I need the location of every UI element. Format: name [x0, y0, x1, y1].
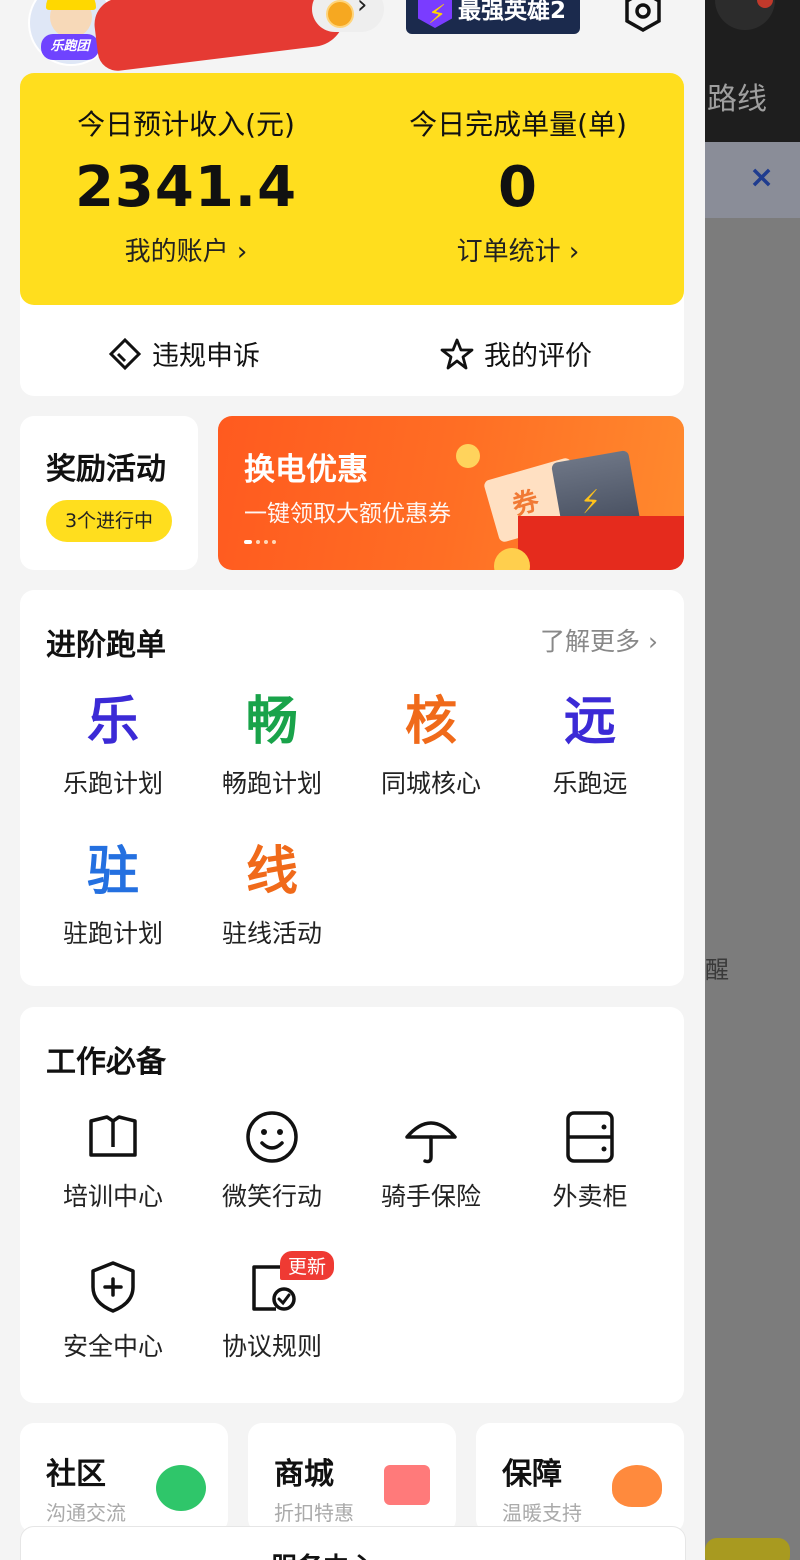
income-stat[interactable]: 今日预计收入(元) 2341.4 我的账户 › [20, 73, 352, 305]
learn-more-link[interactable]: 了解更多 › [540, 622, 658, 658]
background-banner: × [705, 142, 800, 218]
grid-item-label: 协议规则 [221, 1332, 322, 1361]
appeal-label: 违规申诉 [152, 341, 260, 372]
grid-item-smile-action[interactable]: 微笑行动 [192, 1107, 352, 1213]
community-subtitle: 沟通交流 [46, 1501, 126, 1525]
heart-icon [612, 1465, 662, 1507]
protection-subtitle: 温暖支持 [502, 1501, 582, 1525]
shield-plus-icon [91, 1261, 135, 1313]
mall-title: 商城 [274, 1457, 334, 1492]
carousel-dots [244, 540, 276, 544]
hero-badge-label: 最强英雄2 [458, 0, 567, 24]
grid-item-label: 安全中心 [62, 1332, 163, 1361]
grid-item-lepao-plan[interactable]: 乐 乐跑计划 [33, 690, 193, 800]
protection-title: 保障 [502, 1457, 562, 1492]
promo-subtitle: 一键领取大额优惠券 [244, 501, 451, 527]
orders-value: 0 [498, 155, 538, 220]
lepao-glyph-icon: 乐 [86, 692, 139, 752]
route-text: 路线 [707, 82, 767, 117]
far-glyph-icon: 远 [563, 692, 616, 752]
coin-icon [456, 444, 480, 468]
changpao-glyph-icon: 畅 [245, 692, 298, 752]
grid-item-label: 驻跑计划 [62, 919, 163, 948]
grid-item-label: 乐跑远 [552, 769, 628, 798]
background-header: 路线 [705, 0, 800, 142]
grid-item-station-plan[interactable]: 驻 驻跑计划 [33, 840, 193, 950]
community-title: 社区 [46, 1457, 106, 1492]
work-essentials-section: 工作必备 培训中心 微笑行动 骑手保险 外卖柜 安全中心 更新 协议规则 [20, 1007, 684, 1403]
grid-item-lepao-far[interactable]: 远 乐跑远 [510, 690, 670, 800]
grid-item-city-core[interactable]: 核 同城核心 [351, 690, 511, 800]
promo-title: 换电优惠 [244, 452, 368, 488]
protection-card[interactable]: 保障 温暖支持 [476, 1423, 684, 1533]
settings-icon[interactable] [620, 0, 666, 34]
gift-icon [384, 1465, 430, 1505]
profile-header: 乐跑团 › ⚡ 最强英雄2 [0, 0, 705, 73]
umbrella-icon [405, 1121, 457, 1164]
bell-icon [715, 0, 775, 30]
rating-button[interactable]: 我的评价 [440, 334, 592, 373]
order-stats-link[interactable]: 订单统计 › [352, 231, 684, 268]
mall-subtitle: 折扣特惠 [274, 1501, 354, 1525]
reward-count-badge: 3个进行中 [46, 500, 172, 542]
battery-swap-promo-banner[interactable]: 换电优惠 一键领取大额优惠券 券 ⚡ [218, 416, 684, 570]
basket-illustration [518, 516, 684, 570]
update-badge: 更新 [280, 1251, 335, 1280]
grid-item-food-locker[interactable]: 外卖柜 [510, 1107, 670, 1213]
background-text: 醒 [705, 956, 729, 984]
grid-item-line-activity[interactable]: 线 驻线活动 [192, 840, 352, 950]
level-button[interactable]: › [312, 0, 384, 32]
lightning-icon: ⚡ [418, 0, 452, 28]
grid-item-changpao-plan[interactable]: 畅 畅跑计划 [192, 690, 352, 800]
chevron-right-icon: › [357, 0, 368, 20]
chat-icon [156, 1465, 206, 1511]
smile-icon [246, 1111, 298, 1163]
close-icon[interactable]: × [749, 160, 774, 195]
grid-item-agreement-rules[interactable]: 更新 协议规则 [192, 1251, 352, 1363]
orders-stat[interactable]: 今日完成单量(单) 0 订单统计 › [352, 73, 684, 305]
community-card[interactable]: 社区 沟通交流 [20, 1423, 228, 1533]
reward-title: 奖励活动 [46, 452, 166, 487]
redacted-username [91, 0, 349, 73]
background-page: 路线 × 醒 [705, 0, 800, 1560]
grid-item-label: 骑手保险 [380, 1182, 481, 1211]
coin-icon [326, 0, 354, 28]
grid-item-training-center[interactable]: 培训中心 [33, 1107, 193, 1213]
earnings-card: 今日预计收入(元) 2341.4 我的账户 › 今日完成单量(单) 0 订单统计… [20, 73, 684, 305]
rating-label: 我的评价 [484, 341, 592, 372]
station-glyph-icon: 驻 [86, 842, 139, 902]
quick-actions: 违规申诉 我的评价 [20, 290, 684, 396]
background-button [705, 1538, 790, 1560]
grid-item-safety-center[interactable]: 安全中心 [33, 1257, 193, 1363]
grid-item-label: 同城核心 [380, 769, 481, 798]
team-badge: 乐跑团 [41, 34, 99, 60]
book-icon [89, 1115, 137, 1157]
work-title: 工作必备 [46, 1045, 166, 1080]
service-center-button[interactable]: 服务中心 [20, 1526, 686, 1560]
grid-item-label: 培训中心 [62, 1182, 163, 1211]
orders-label: 今日完成单量(单) [409, 108, 627, 141]
advanced-section: 进阶跑单 了解更多 › 乐 乐跑计划 畅 畅跑计划 核 同城核心 远 乐跑远 驻… [20, 590, 684, 986]
income-label: 今日预计收入(元) [77, 108, 295, 141]
advanced-title: 进阶跑单 [46, 628, 166, 663]
my-account-link[interactable]: 我的账户 › [20, 231, 352, 268]
cabinet-icon [566, 1111, 614, 1163]
grid-item-label: 驻线活动 [221, 919, 322, 948]
grid-item-rider-insurance[interactable]: 骑手保险 [351, 1107, 511, 1213]
core-glyph-icon: 核 [404, 692, 457, 752]
grid-item-label: 乐跑计划 [62, 769, 163, 798]
hero-badge[interactable]: ⚡ 最强英雄2 [406, 0, 580, 34]
line-glyph-icon: 线 [245, 842, 298, 902]
mall-card[interactable]: 商城 折扣特惠 [248, 1423, 456, 1533]
side-drawer: 乐跑团 › ⚡ 最强英雄2 违规申诉 我的评价 今日预计收入(元) 2341.4… [0, 0, 705, 1560]
reward-card[interactable]: 奖励活动 3个进行中 [20, 416, 198, 570]
income-value: 2341.4 [74, 155, 298, 220]
service-center-label: 服务中心 [271, 1547, 375, 1560]
grid-item-label: 微笑行动 [221, 1182, 322, 1211]
grid-item-label: 畅跑计划 [221, 769, 322, 798]
diamond-appeal-icon [108, 337, 142, 370]
appeal-button[interactable]: 违规申诉 [108, 334, 260, 373]
grid-item-label: 外卖柜 [552, 1182, 628, 1211]
star-icon [440, 338, 474, 369]
